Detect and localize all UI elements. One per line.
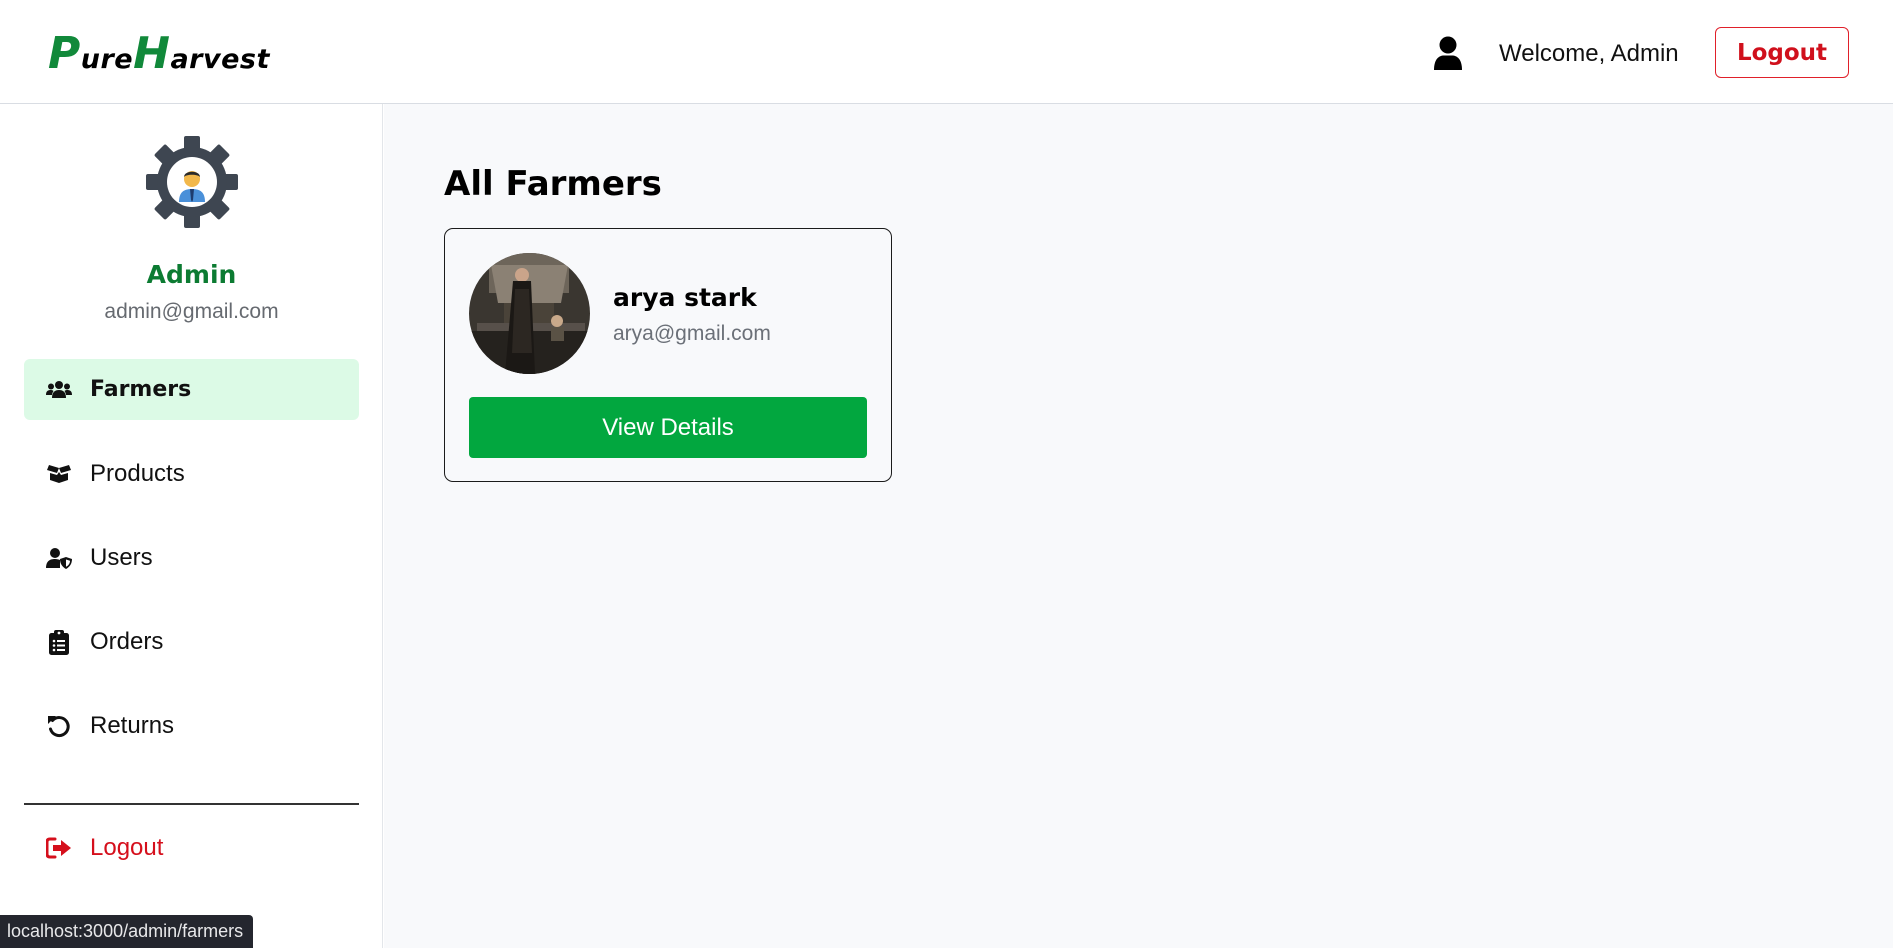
farmer-name: arya stark <box>613 283 757 312</box>
logo-letter-h: H <box>133 28 171 79</box>
main-content: All Farmers arya stark arya@gmail.com Vi… <box>384 104 1893 948</box>
sidebar-item-returns[interactable]: Returns <box>24 695 359 756</box>
sidebar-item-label: Orders <box>90 627 164 655</box>
sidebar-item-products[interactable]: Products <box>24 443 359 504</box>
page-title: All Farmers <box>444 164 662 204</box>
sidebar-item-label: Returns <box>90 711 175 739</box>
sidebar-item-orders[interactable]: Orders <box>24 611 359 672</box>
view-details-button[interactable]: View Details <box>469 397 867 458</box>
sidebar-item-label: Farmers <box>90 377 192 402</box>
clipboard-list-icon <box>46 629 72 655</box>
sidebar-item-label: Products <box>90 459 185 487</box>
logo-text-arvest: arvest <box>170 44 270 75</box>
users-icon <box>46 377 72 403</box>
sidebar-divider <box>24 803 359 805</box>
status-bar-url: localhost:3000/admin/farmers <box>0 915 254 948</box>
admin-name: Admin <box>146 260 237 289</box>
undo-icon <box>46 713 72 739</box>
welcome-text: Welcome, Admin <box>1499 40 1679 67</box>
user-icon <box>1434 36 1462 70</box>
sidebar-item-users[interactable]: Users <box>24 527 359 588</box>
sidebar-logout-button[interactable]: Logout <box>24 817 359 878</box>
farmer-email: arya@gmail.com <box>613 322 771 345</box>
sidebar: Admin admin@gmail.com Farmers Products U… <box>0 104 383 948</box>
header-logout-button[interactable]: Logout <box>1715 27 1849 78</box>
box-open-icon <box>46 461 72 487</box>
sidebar-item-label: Users <box>90 543 153 571</box>
admin-gear-avatar-icon <box>146 136 238 228</box>
brand-logo[interactable]: PureHarvest <box>48 28 270 79</box>
logo-letter-p: P <box>48 28 81 79</box>
sidebar-logout-label: Logout <box>90 833 164 861</box>
sign-out-icon <box>46 835 72 861</box>
farmer-avatar <box>469 253 590 374</box>
admin-email: admin@gmail.com <box>104 300 279 323</box>
sidebar-item-farmers[interactable]: Farmers <box>24 359 359 420</box>
top-header: PureHarvest Welcome, Admin Logout <box>0 0 1893 104</box>
user-shield-icon <box>46 545 72 571</box>
farmer-card: arya stark arya@gmail.com View Details <box>444 228 892 482</box>
logo-text-ure: ure <box>80 44 134 75</box>
